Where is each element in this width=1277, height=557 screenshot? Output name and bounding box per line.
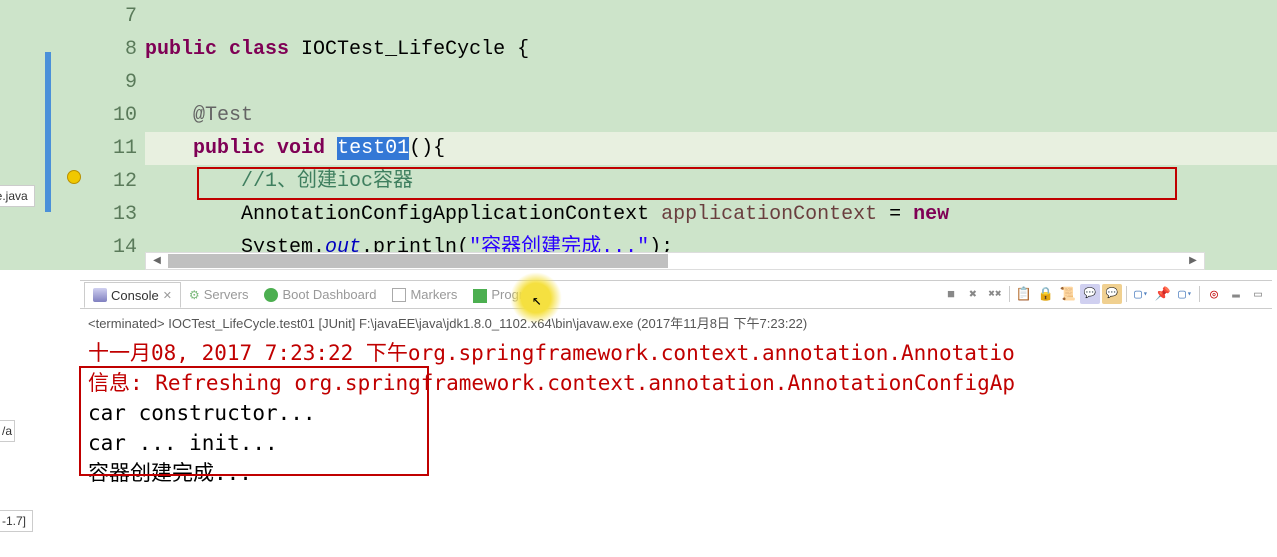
tab-progress[interactable]: Progress <box>465 282 551 308</box>
separator <box>1009 286 1010 302</box>
warning-icon[interactable] <box>67 170 81 184</box>
left-margin: cle.java <box>0 0 45 270</box>
anthropic-icon[interactable]: ◎ <box>1204 284 1224 304</box>
close-icon[interactable]: ✕ <box>163 289 172 302</box>
console-toolbar: ■ ✖ ✖✖ 📋 🔒 📜 💬 💬 ▢ 📌 ▢ ◎ ▬ ▭ <box>941 281 1268 307</box>
editor-pane: cle.java 7 8 9 10 11 12 13 14 public cla… <box>0 0 1277 270</box>
console-line: 十一月08, 2017 7:23:22 下午org.springframewor… <box>88 338 1264 368</box>
tab-servers[interactable]: ⚙ Servers <box>181 282 257 308</box>
file-tab-side[interactable]: /a <box>0 420 15 442</box>
line-number: 11 <box>90 132 137 165</box>
line-number: 9 <box>90 66 137 99</box>
line-number: 12 <box>90 165 137 198</box>
scroll-left-icon[interactable]: ◀ <box>148 253 166 269</box>
code-line[interactable] <box>145 0 1277 33</box>
tab-markers[interactable]: Markers <box>384 282 465 308</box>
selected-text[interactable]: test01 <box>337 137 409 160</box>
show-error-button[interactable]: 💬 <box>1102 284 1122 304</box>
console-line: car constructor... <box>88 398 1264 428</box>
code-area[interactable]: public class IOCTest_LifeCycle { @Test p… <box>145 0 1277 270</box>
console-icon <box>93 288 107 302</box>
terminate-button[interactable]: ■ <box>941 284 961 304</box>
line-number: 14 <box>90 231 137 264</box>
open-console-button[interactable]: ▢ <box>1131 284 1151 304</box>
tab-label: Boot Dashboard <box>282 287 376 302</box>
word-wrap-button[interactable]: 📜 <box>1058 284 1078 304</box>
line-numbers: 7 8 9 10 11 12 13 14 <box>90 0 145 270</box>
line-number: 8 <box>90 33 137 66</box>
code-line-current[interactable]: public void test01(){ <box>145 132 1277 165</box>
console-status: <terminated> IOCTest_LifeCycle.test01 [J… <box>80 309 1272 336</box>
clear-button[interactable]: 📋 <box>1014 284 1034 304</box>
console-pane: Console ✕ ⚙ Servers Boot Dashboard Marke… <box>80 280 1272 550</box>
tab-label: Markers <box>410 287 457 302</box>
tab-label: Servers <box>204 287 249 302</box>
display-selected-button[interactable]: ▢ <box>1175 284 1195 304</box>
console-line: 信息: Refreshing org.springframework.conte… <box>88 368 1264 398</box>
tab-boot-dashboard[interactable]: Boot Dashboard <box>256 282 384 308</box>
file-tab-bottom[interactable]: -1.7] <box>0 510 33 532</box>
tab-label: Console <box>111 288 159 303</box>
pin-console-button[interactable]: 📌 <box>1153 284 1173 304</box>
minimize-button[interactable]: ▬ <box>1226 284 1246 304</box>
code-line[interactable] <box>145 66 1277 99</box>
separator <box>1199 286 1200 302</box>
gutter-markers <box>45 0 90 270</box>
view-tabs: Console ✕ ⚙ Servers Boot Dashboard Marke… <box>80 281 1272 309</box>
console-line: car ... init... <box>88 428 1264 458</box>
line-number: 10 <box>90 99 137 132</box>
console-line: 容器创建完成... <box>88 458 1264 488</box>
maximize-button[interactable]: ▭ <box>1248 284 1268 304</box>
editor: 7 8 9 10 11 12 13 14 public class IOCTes… <box>45 0 1277 270</box>
markers-icon <box>392 288 406 302</box>
line-number: 7 <box>90 0 137 33</box>
file-tab-left[interactable]: cle.java <box>0 185 35 207</box>
show-output-button[interactable]: 💬 <box>1080 284 1100 304</box>
remove-launch-button[interactable]: ✖ <box>963 284 983 304</box>
console-output[interactable]: 十一月08, 2017 7:23:22 下午org.springframewor… <box>80 336 1272 490</box>
boot-icon <box>264 288 278 302</box>
change-bar <box>45 52 51 212</box>
progress-icon <box>473 289 487 303</box>
scroll-thumb[interactable] <box>168 254 668 268</box>
scroll-lock-button[interactable]: 🔒 <box>1036 284 1056 304</box>
code-line[interactable]: //1、创建ioc容器 <box>145 165 1277 198</box>
servers-icon: ⚙ <box>189 288 200 302</box>
tab-console[interactable]: Console ✕ <box>84 282 181 308</box>
code-line[interactable]: AnnotationConfigApplicationContext appli… <box>145 198 1277 231</box>
tab-label: Progress <box>491 287 543 302</box>
remove-all-button[interactable]: ✖✖ <box>985 284 1005 304</box>
code-line[interactable]: @Test <box>145 99 1277 132</box>
scroll-right-icon[interactable]: ▶ <box>1184 253 1202 269</box>
horizontal-scrollbar[interactable]: ◀ ▶ <box>145 252 1205 270</box>
code-line[interactable]: public class IOCTest_LifeCycle { <box>145 33 1277 66</box>
line-number: 13 <box>90 198 137 231</box>
separator <box>1126 286 1127 302</box>
